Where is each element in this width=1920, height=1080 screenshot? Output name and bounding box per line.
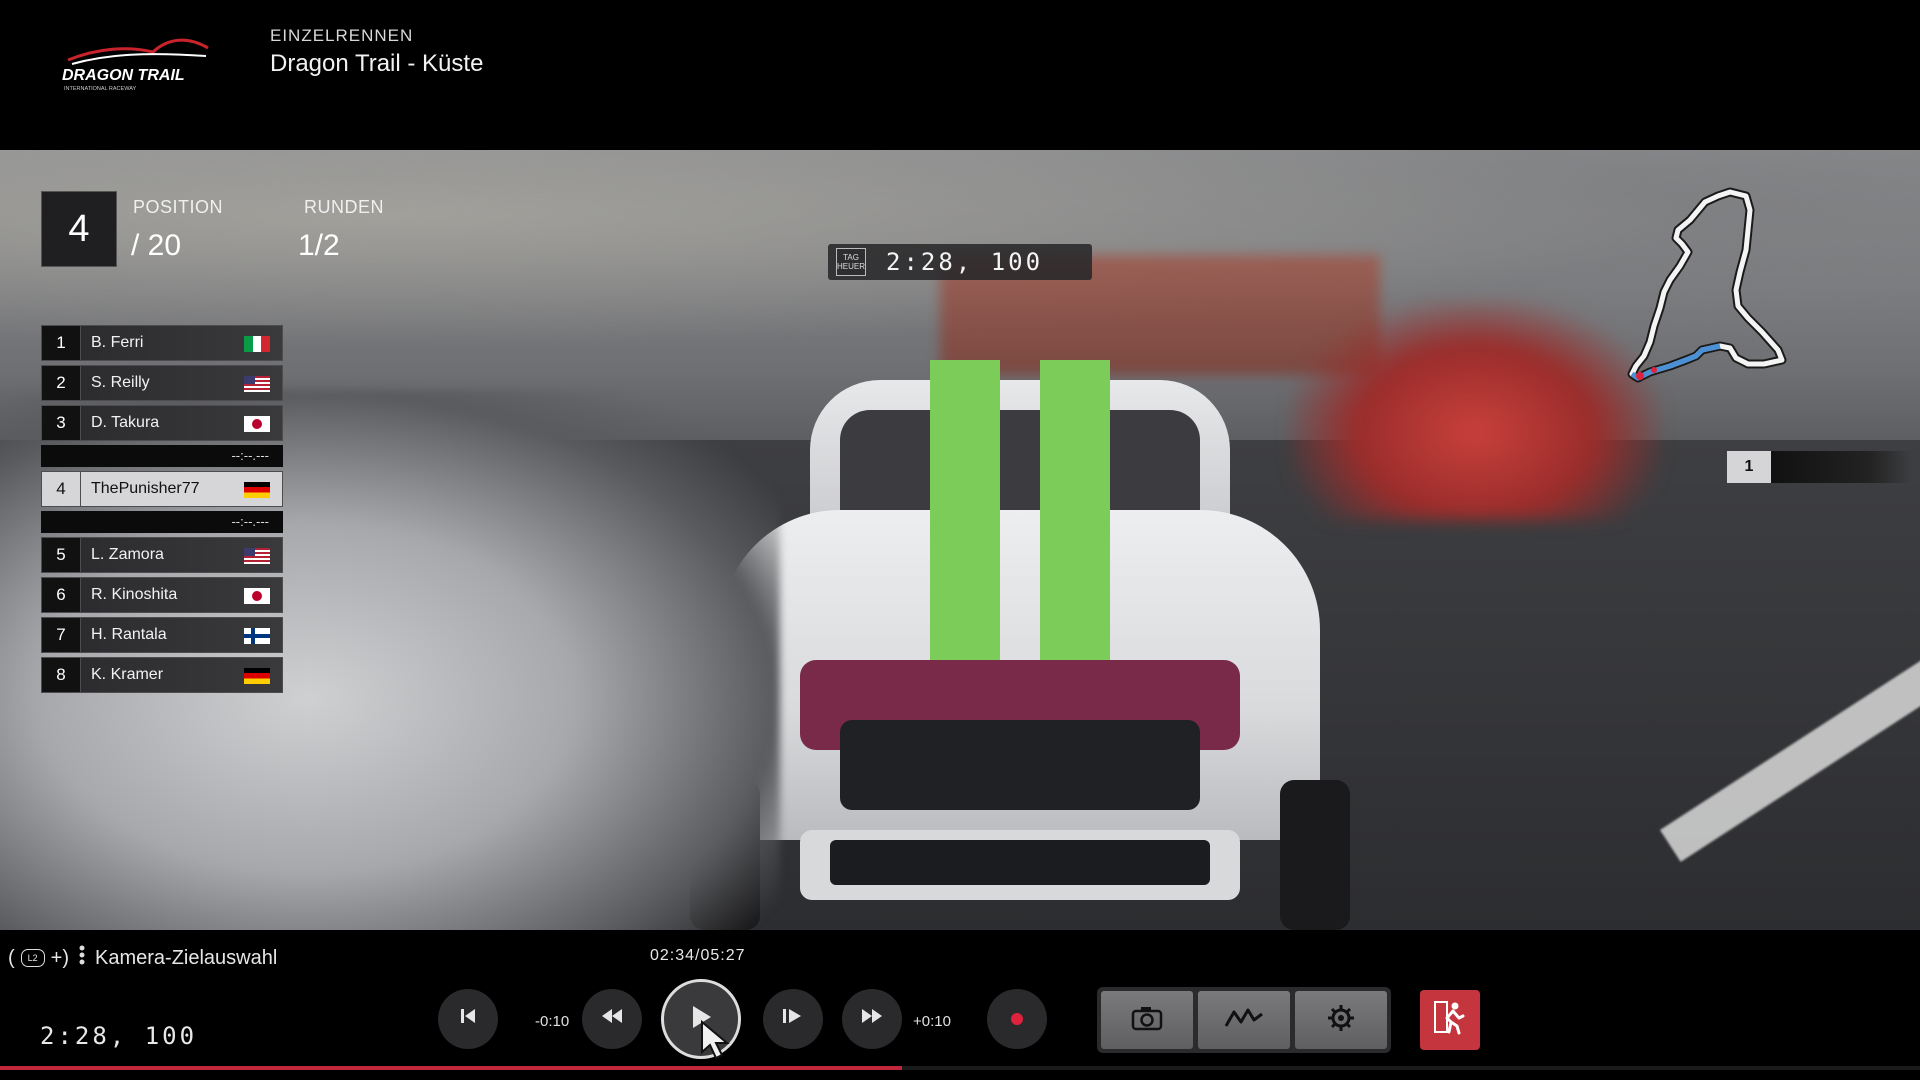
skip-to-start-button[interactable] (438, 989, 498, 1049)
driver-name: B. Ferri (91, 334, 144, 351)
japan-flag-icon (244, 416, 270, 432)
laps-label: RUNDEN (304, 197, 385, 217)
italy-flag-icon (244, 336, 270, 352)
leaderboard-row: 7 H. Rantala (41, 617, 283, 653)
replay-progress-fill (0, 1066, 902, 1070)
gap-time: --:--.--- (41, 511, 283, 533)
rewind-button[interactable] (582, 989, 642, 1049)
gap-time: --:--.--- (41, 445, 283, 467)
row-position: 2 (41, 365, 81, 401)
camera-target-hint: ( L2 +) Kamera-Zielauswahl (8, 944, 277, 972)
replay-total-time: 2:28, 100 (40, 1022, 198, 1050)
usa-flag-icon (244, 376, 270, 392)
germany-flag-icon (244, 668, 270, 684)
svg-text:DRAGON TRAIL: DRAGON TRAIL (62, 67, 185, 84)
settings-gear-icon (1327, 1004, 1355, 1037)
driver-name: S. Reilly (91, 374, 150, 391)
row-position: 3 (41, 405, 81, 441)
minimap-rank-chip: 1 (1727, 451, 1771, 483)
record-icon (1011, 1013, 1023, 1025)
step-back-label: -0:10 (535, 1013, 570, 1030)
row-position: 6 (41, 577, 81, 613)
row-position: 8 (41, 657, 81, 693)
svg-text:INTERNATIONAL RACEWAY: INTERNATIONAL RACEWAY (64, 86, 136, 92)
position-total: / 20 (131, 229, 182, 262)
telemetry-button[interactable] (1198, 991, 1290, 1049)
leaderboard-row: 5 L. Zamora (41, 537, 283, 573)
leaderboard-row: 3 D. Takura (41, 405, 283, 441)
skip-to-start-icon (458, 1007, 478, 1031)
track-minimap (1570, 180, 1800, 430)
leaderboard-row: 6 R. Kinoshita (41, 577, 283, 613)
row-position: 5 (41, 537, 81, 573)
telemetry-icon (1224, 1006, 1264, 1035)
usa-flag-icon (244, 548, 270, 564)
driver-name: R. Kinoshita (91, 586, 178, 603)
lap-timer: TAG HEUER 2:28, 100 (828, 244, 1092, 280)
replay-tool-group (1097, 987, 1391, 1053)
playback-time: 02:34/05:27 (650, 947, 746, 964)
driver-name: K. Kramer (91, 666, 164, 683)
exit-replay-button[interactable] (1420, 990, 1480, 1050)
lap-time-value: 2:28, 100 (886, 248, 1044, 276)
leaderboard-row: 1 B. Ferri (41, 325, 283, 361)
driver-name: ThePunisher77 (91, 480, 200, 497)
hint-text: Kamera-Zielauswahl (95, 946, 278, 969)
tag-heuer-logo: TAG HEUER (836, 248, 866, 276)
position-value: 4 (41, 191, 117, 267)
driver-name: D. Takura (91, 414, 160, 431)
frame-advance-icon (781, 1007, 805, 1031)
hint-paren: ( (8, 946, 15, 969)
photo-mode-button[interactable] (1101, 991, 1193, 1049)
player-car (690, 360, 1350, 930)
settings-button[interactable] (1295, 991, 1387, 1049)
laps-value: 1/2 (298, 229, 340, 262)
frame-advance-button[interactable] (763, 989, 823, 1049)
driver-name: L. Zamora (91, 546, 164, 563)
l2-button-icon: L2 (20, 949, 45, 967)
row-position: 7 (41, 617, 81, 653)
minimap-rank-bar (1771, 451, 1911, 483)
record-button[interactable] (987, 989, 1047, 1049)
replay-control-bar (0, 930, 1920, 1080)
fast-forward-icon (860, 1007, 884, 1031)
track-name: Dragon Trail - Küste (270, 50, 484, 77)
leaderboard-row: 8 K. Kramer (41, 657, 283, 693)
step-forward-label: +0:10 (913, 1013, 951, 1030)
right-stick-icon (75, 944, 89, 972)
track-logo: DRAGON TRAIL INTERNATIONAL RACEWAY (58, 30, 214, 92)
position-label: POSITION (133, 197, 224, 217)
mouse-cursor-icon (700, 1019, 734, 1065)
hint-plus: +) (50, 946, 70, 969)
finland-flag-icon (244, 628, 270, 644)
driver-name: H. Rantala (91, 626, 167, 643)
germany-flag-icon (244, 482, 270, 498)
leaderboard-row-player: 4 ThePunisher77 (41, 471, 283, 507)
event-type-label: EINZELRENNEN (270, 26, 414, 45)
fast-forward-button[interactable] (842, 989, 902, 1049)
header-bar: DRAGON TRAIL INTERNATIONAL RACEWAY EINZE… (0, 0, 1920, 150)
japan-flag-icon (244, 588, 270, 604)
leaderboard-row: 2 S. Reilly (41, 365, 283, 401)
camera-icon (1131, 1005, 1163, 1036)
row-position: 1 (41, 325, 81, 361)
rewind-icon (600, 1007, 624, 1031)
row-position: 4 (41, 471, 81, 507)
exit-icon (1433, 1000, 1467, 1041)
